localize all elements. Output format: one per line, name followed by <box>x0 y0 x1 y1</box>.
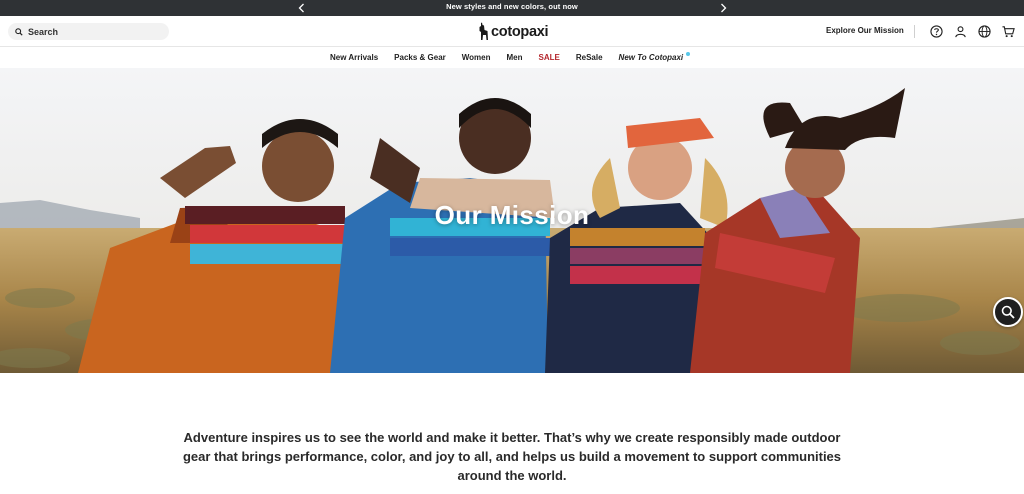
cart-button[interactable] <box>1001 24 1015 38</box>
help-icon <box>929 24 943 38</box>
search-icon <box>15 27 23 36</box>
search-bar[interactable] <box>8 23 169 40</box>
nav-item-new-to-cotopaxi[interactable]: New To Cotopaxi <box>619 52 691 62</box>
nav-item-men[interactable]: Men <box>507 53 523 62</box>
nav-item-new-to-cotopaxi-label: New To Cotopaxi <box>618 53 684 62</box>
nav-item-packs-gear[interactable]: Packs & Gear <box>394 53 446 62</box>
explore-mission-link[interactable]: Explore Our Mission <box>826 26 904 35</box>
hero-title: Our Mission <box>434 200 590 230</box>
logo[interactable]: cotopaxi <box>478 21 549 43</box>
search-input[interactable] <box>28 26 158 37</box>
mission-statement: Adventure inspires us to see the world a… <box>182 430 842 483</box>
cart-icon <box>1001 25 1015 37</box>
site-header: cotopaxi Explore Our Mission <box>0 16 1024 47</box>
llama-logo-icon <box>479 22 488 40</box>
announcement-next-button[interactable] <box>716 0 730 16</box>
header-divider <box>914 25 915 38</box>
category-nav: New Arrivals Packs & Gear Women Men SALE… <box>0 48 1024 68</box>
nav-item-sale[interactable]: SALE <box>539 53 560 62</box>
announcement-message[interactable]: New styles and new colors, out now <box>0 2 1024 11</box>
logo-text: cotopaxi <box>491 24 549 40</box>
account-icon <box>954 25 966 37</box>
announcement-bar: New styles and new colors, out now <box>0 0 1024 16</box>
account-button[interactable] <box>953 24 967 38</box>
zoom-in-icon <box>1001 305 1015 319</box>
help-button[interactable] <box>929 24 943 38</box>
nav-item-new-arrivals[interactable]: New Arrivals <box>330 53 378 62</box>
nav-item-women[interactable]: Women <box>462 53 491 62</box>
nav-item-resale[interactable]: ReSale <box>576 53 603 62</box>
globe-icon <box>977 24 991 38</box>
locale-button[interactable] <box>977 24 991 38</box>
zoom-button[interactable] <box>993 297 1023 327</box>
chevron-right-icon <box>720 3 726 13</box>
new-indicator-dot <box>686 52 691 56</box>
hero-banner: Our Mission <box>0 68 1024 373</box>
